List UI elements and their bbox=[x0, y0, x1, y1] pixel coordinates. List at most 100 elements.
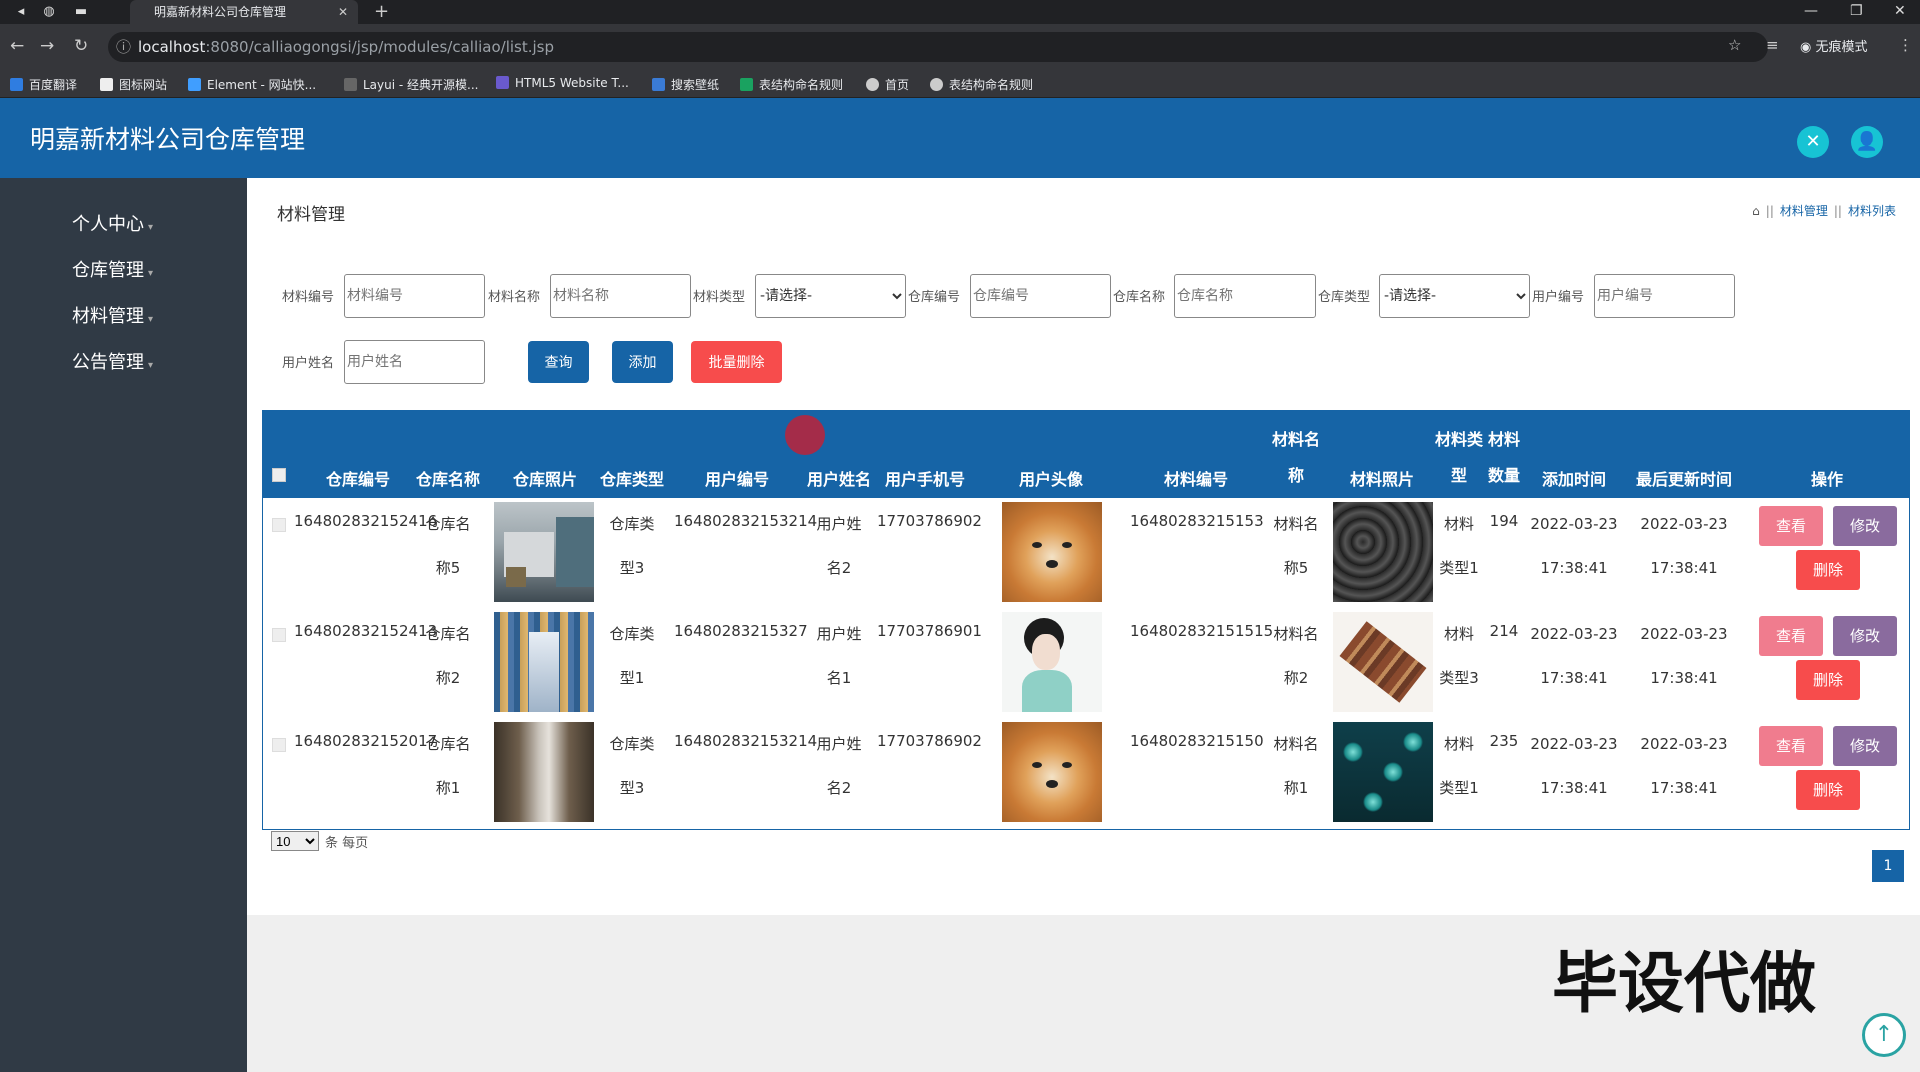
warehouse-photo bbox=[494, 612, 594, 712]
reload-icon[interactable]: ↻ bbox=[74, 36, 88, 56]
minimize-icon[interactable]: — bbox=[1804, 0, 1818, 22]
material-number-input[interactable] bbox=[344, 274, 485, 318]
bookmark-item[interactable]: 搜索壁纸 bbox=[652, 76, 719, 93]
add-time: 2022-03-23 17:38:41 bbox=[1530, 625, 1618, 687]
sidebar: 个人中心 ▾ 仓库管理 ▾ 材料管理 ▾ 公告管理 ▾ bbox=[0, 178, 247, 1072]
html5-icon bbox=[496, 76, 509, 89]
edit-button[interactable]: 修改 bbox=[1833, 616, 1897, 656]
info-icon: ⓘ bbox=[116, 38, 132, 56]
material-number: 16480283215150 bbox=[1130, 732, 1264, 750]
caret-icon: ▾ bbox=[148, 314, 154, 325]
table-row: 164802832152017 仓库名 称1 仓库类 型3 164802832153… bbox=[262, 718, 1910, 828]
bookmarks-bar: 百度翻译 图标网站 Element - 网站快... Layui - 经典开源模… bbox=[0, 70, 1920, 98]
new-tab-icon[interactable]: + bbox=[374, 0, 389, 24]
bookmark-item[interactable]: 图标网站 bbox=[100, 76, 167, 93]
wallpaper-icon bbox=[652, 78, 665, 91]
row-checkbox[interactable] bbox=[272, 738, 286, 752]
warehouse-number: 164802832152416 bbox=[294, 512, 438, 530]
address-bar-row: ← → ↻ ⓘ localhost:8080/calliaogongsi/jsp… bbox=[0, 24, 1920, 70]
page-size-label: 条 每页 bbox=[325, 836, 369, 851]
filter-label: 仓库编号 bbox=[908, 290, 961, 305]
column-header: 材料类型 bbox=[1435, 430, 1484, 485]
column-header: 材料照片 bbox=[1349, 470, 1414, 489]
warehouse-name-input[interactable] bbox=[1174, 274, 1316, 318]
restore-icon[interactable]: ❐ bbox=[1850, 0, 1863, 22]
sidebar-item-material[interactable]: 材料管理 ▾ bbox=[72, 302, 153, 328]
warehouse-number-input[interactable] bbox=[970, 274, 1111, 318]
row-checkbox[interactable] bbox=[272, 518, 286, 532]
material-quantity: 194 bbox=[1489, 512, 1519, 530]
page-title: 材料管理 bbox=[277, 205, 345, 225]
sidebar-item-warehouse[interactable]: 仓库管理 ▾ bbox=[72, 256, 153, 282]
filter-label: 仓库名称 bbox=[1113, 290, 1166, 305]
material-quantity: 214 bbox=[1489, 622, 1519, 640]
material-photo bbox=[1333, 612, 1433, 712]
bookmark-item[interactable]: 表结构命名规则 bbox=[740, 76, 843, 93]
home-icon[interactable]: ⌂ bbox=[1752, 204, 1760, 218]
bookmark-item[interactable]: HTML5 Website T... bbox=[496, 76, 629, 90]
update-time: 2022-03-23 17:38:41 bbox=[1640, 625, 1728, 687]
back-icon[interactable]: ← bbox=[10, 36, 24, 56]
row-checkbox[interactable] bbox=[272, 628, 286, 642]
warehouse-name: 仓库名 称2 bbox=[425, 625, 471, 687]
view-button[interactable]: 查看 bbox=[1759, 506, 1823, 546]
column-header: 最后更新时间 bbox=[1635, 470, 1732, 489]
user-phone: 17703786902 bbox=[877, 732, 982, 750]
material-type: 材料 类型1 bbox=[1439, 515, 1479, 577]
bookmark-item[interactable]: 表结构命名规则 bbox=[930, 76, 1033, 93]
page-number-button[interactable]: 1 bbox=[1872, 850, 1904, 882]
url-field[interactable]: ⓘ localhost:8080/calliaogongsi/jsp/modul… bbox=[108, 32, 1768, 62]
delete-button[interactable]: 删除 bbox=[1796, 770, 1860, 810]
translate-icon bbox=[10, 78, 23, 91]
search-button[interactable]: 查询 bbox=[528, 341, 589, 383]
delete-button[interactable]: 删除 bbox=[1796, 660, 1860, 700]
reading-list-icon[interactable]: ≡ bbox=[1766, 36, 1779, 54]
column-header: 操作 bbox=[1810, 470, 1843, 489]
speaker-icon[interactable]: ◂ bbox=[12, 3, 30, 21]
sidebar-item-notice[interactable]: 公告管理 ▾ bbox=[72, 348, 153, 374]
bookmark-star-icon[interactable]: ☆ bbox=[1728, 36, 1741, 54]
user-name-input[interactable] bbox=[344, 340, 485, 384]
material-name-input[interactable] bbox=[550, 274, 691, 318]
warehouse-type-select[interactable]: -请选择- bbox=[1379, 274, 1530, 318]
warehouse-photo bbox=[494, 502, 594, 602]
view-button[interactable]: 查看 bbox=[1759, 616, 1823, 656]
collapse-icon[interactable]: ✕ bbox=[1797, 126, 1829, 158]
material-type-select[interactable]: -请选择- bbox=[755, 274, 906, 318]
bookmark-item[interactable]: Element - 网站快... bbox=[188, 76, 316, 93]
browser-tab[interactable]: 明嘉新材料公司仓库管理 ✕ bbox=[130, 0, 358, 24]
breadcrumb-item: 材料列表 bbox=[1847, 204, 1896, 218]
batch-delete-button[interactable]: 批量删除 bbox=[691, 341, 782, 383]
menu-icon[interactable]: ⋮ bbox=[1898, 36, 1913, 54]
globe-icon[interactable]: ◍ bbox=[40, 3, 58, 21]
add-time: 2022-03-23 17:38:41 bbox=[1530, 515, 1618, 577]
back-to-top-icon[interactable]: ↑ bbox=[1862, 1013, 1906, 1057]
warehouse-name: 仓库名 称5 bbox=[425, 515, 471, 577]
flag-icon bbox=[100, 78, 113, 91]
breadcrumb-item[interactable]: 材料管理 bbox=[1780, 204, 1828, 218]
close-tab-icon[interactable]: ✕ bbox=[338, 0, 348, 24]
add-button[interactable]: 添加 bbox=[612, 341, 673, 383]
column-header: 材料编号 bbox=[1163, 470, 1228, 489]
forward-icon[interactable]: → bbox=[40, 36, 54, 56]
select-all-checkbox[interactable] bbox=[272, 468, 286, 482]
bookmark-item[interactable]: 首页 bbox=[866, 76, 909, 93]
update-time: 2022-03-23 17:38:41 bbox=[1640, 515, 1728, 577]
warehouse-type: 仓库类 型3 bbox=[609, 515, 655, 577]
window-icon[interactable]: ▬ bbox=[72, 3, 90, 21]
edit-button[interactable]: 修改 bbox=[1833, 506, 1897, 546]
user-name: 用户姓 名2 bbox=[816, 515, 862, 577]
user-number-input[interactable] bbox=[1594, 274, 1735, 318]
incognito-indicator[interactable]: ◉ 无痕模式 bbox=[1800, 36, 1868, 55]
edit-button[interactable]: 修改 bbox=[1833, 726, 1897, 766]
bookmark-item[interactable]: 百度翻译 bbox=[10, 76, 77, 93]
page-size-select[interactable]: 10 bbox=[271, 831, 319, 851]
bookmark-item[interactable]: Layui - 经典开源模... bbox=[344, 76, 478, 93]
user-icon[interactable]: 👤 bbox=[1851, 126, 1883, 158]
caret-icon: ▾ bbox=[148, 268, 154, 279]
sidebar-item-profile[interactable]: 个人中心 ▾ bbox=[72, 210, 153, 236]
column-header: 用户头像 bbox=[1018, 470, 1083, 489]
close-window-icon[interactable]: ✕ bbox=[1894, 0, 1906, 22]
delete-button[interactable]: 删除 bbox=[1796, 550, 1860, 590]
view-button[interactable]: 查看 bbox=[1759, 726, 1823, 766]
